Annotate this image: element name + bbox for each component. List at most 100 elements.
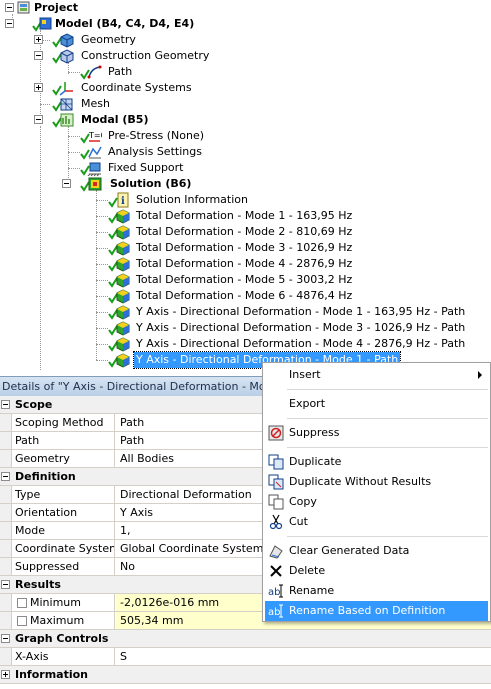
scissors-icon	[268, 514, 284, 530]
construction-geometry-icon	[52, 48, 74, 64]
menu-separator	[287, 536, 488, 537]
collapse-toggle[interactable]	[5, 19, 14, 28]
menu-item-suppress[interactable]: Suppress	[265, 423, 488, 443]
tree-label: Construction Geometry	[81, 49, 210, 62]
tree-node-result[interactable]: Y Axis - Directional Deformation - Mode …	[0, 336, 491, 352]
row-gutter	[0, 486, 12, 503]
tree-label: Total Deformation - Mode 5 - 3003,2 Hz	[136, 273, 353, 286]
menu-item-delete[interactable]: Delete	[265, 561, 488, 581]
tree-node-result[interactable]: Y Axis - Directional Deformation - Mode …	[0, 320, 491, 336]
tree-label: Total Deformation - Mode 3 - 1026,9 Hz	[136, 241, 353, 254]
tree-node-result[interactable]: Total Deformation - Mode 6 - 4876,4 Hz	[0, 288, 491, 304]
section-label: Definition	[15, 470, 76, 483]
svg-text:ab: ab	[268, 587, 280, 598]
tree-node-coordinate-systems[interactable]: Coordinate Systems	[0, 80, 491, 96]
property-name: Type	[12, 486, 115, 503]
tree-node-result[interactable]: Total Deformation - Mode 3 - 1026,9 Hz	[0, 240, 491, 256]
menu-item-label: Rename Based on Definition	[289, 604, 446, 617]
tree-node-solution[interactable]: Solution (B6)	[0, 176, 491, 192]
menu-item-label: Rename	[289, 584, 335, 597]
tree-label: Solution Information	[136, 193, 248, 206]
menu-item-label: Copy	[289, 495, 317, 508]
expand-toggle[interactable]	[1, 670, 10, 679]
result-cube-icon	[108, 272, 130, 288]
tree-label: Y Axis - Directional Deformation - Mode …	[136, 305, 466, 318]
tree-node-project[interactable]: Project	[0, 0, 491, 16]
collapse-toggle[interactable]	[34, 51, 43, 60]
menu-item-insert[interactable]: Insert	[265, 365, 488, 385]
menu-item-cut[interactable]: Cut	[265, 512, 488, 532]
row-gutter	[0, 540, 12, 557]
tree-node-construction-geometry[interactable]: Construction Geometry	[0, 48, 491, 64]
property-name: Geometry	[12, 450, 115, 467]
collapse-toggle[interactable]	[1, 580, 10, 589]
menu-item-duplicate[interactable]: Duplicate	[265, 452, 488, 472]
expand-toggle[interactable]	[34, 83, 43, 92]
row-gutter	[0, 558, 12, 575]
menu-separator	[287, 389, 488, 390]
pre-stress-icon: T=0	[80, 128, 102, 144]
clear-data-icon	[268, 543, 284, 559]
collapse-toggle[interactable]	[1, 634, 10, 643]
submenu-arrow-icon	[478, 371, 482, 379]
menu-item-clear-generated-data[interactable]: Clear Generated Data	[265, 541, 488, 561]
tree-node-mesh[interactable]: Mesh	[0, 96, 491, 112]
tree-node-analysis-settings[interactable]: Analysis Settings	[0, 144, 491, 160]
suppress-icon	[268, 425, 284, 441]
menu-item-export[interactable]: Export	[265, 394, 488, 414]
property-name: X-Axis	[12, 648, 115, 665]
menu-item-copy[interactable]: Copy	[265, 492, 488, 512]
tree-label: Total Deformation - Mode 4 - 2876,9 Hz	[136, 257, 353, 270]
tree-label: Solution (B6)	[110, 177, 192, 190]
menu-item-label: Insert	[289, 368, 321, 381]
menu-item-label: Duplicate Without Results	[289, 475, 432, 488]
rename-icon: ab	[268, 583, 284, 599]
duplicate-without-results-icon	[268, 474, 284, 490]
menu-item-duplicate-without-results[interactable]: Duplicate Without Results	[265, 472, 488, 492]
result-cube-icon	[108, 352, 130, 368]
menu-item-label: Suppress	[289, 426, 340, 439]
tree-node-result[interactable]: Total Deformation - Mode 2 - 810,69 Hz	[0, 224, 491, 240]
collapse-toggle[interactable]	[1, 400, 10, 409]
tree-node-result[interactable]: Total Deformation - Mode 1 - 163,95 Hz	[0, 208, 491, 224]
tree-node-geometry[interactable]: Geometry	[0, 32, 491, 48]
tree-node-result[interactable]: Total Deformation - Mode 5 - 3003,2 Hz	[0, 272, 491, 288]
property-name: Path	[12, 432, 115, 449]
property-value[interactable]: S	[116, 648, 491, 665]
svg-text:T=0: T=0	[88, 131, 102, 140]
tree-node-pre-stress[interactable]: T=0 Pre-Stress (None)	[0, 128, 491, 144]
tree-node-result[interactable]: Y Axis - Directional Deformation - Mode …	[0, 304, 491, 320]
svg-text:ab: ab	[268, 607, 280, 618]
tree-label: Y Axis - Directional Deformation - Mode …	[136, 337, 466, 350]
tree-label: Fixed Support	[108, 161, 184, 174]
menu-item-rename[interactable]: ab Rename	[265, 581, 488, 601]
tree-node-fixed-support[interactable]: Fixed Support	[0, 160, 491, 176]
tree-node-result[interactable]: Total Deformation - Mode 4 - 2876,9 Hz	[0, 256, 491, 272]
result-cube-icon	[108, 256, 130, 272]
tree-node-modal[interactable]: Modal (B5)	[0, 112, 491, 128]
mesh-icon	[52, 96, 74, 112]
tree-label: Coordinate Systems	[81, 81, 192, 94]
solution-information-icon: i	[108, 192, 130, 208]
geometry-icon	[52, 32, 74, 48]
collapse-toggle[interactable]	[34, 115, 43, 124]
delete-x-icon	[268, 563, 284, 579]
menu-item-label: Export	[289, 397, 326, 410]
property-row[interactable]: X-Axis S	[0, 648, 491, 666]
tree-label: Model (B4, C4, D4, E4)	[55, 17, 195, 30]
section-graph-controls[interactable]: Graph Controls	[0, 630, 491, 648]
tree-node-path[interactable]: Path	[0, 64, 491, 80]
tree-node-solution-information[interactable]: i Solution Information	[0, 192, 491, 208]
tree-label: Y Axis - Directional Deformation - Mode …	[136, 321, 466, 334]
tree-node-model[interactable]: Model (B4, C4, D4, E4)	[0, 16, 491, 32]
section-information[interactable]: Information	[0, 666, 491, 684]
row-gutter	[0, 612, 12, 629]
result-cube-icon	[108, 288, 130, 304]
outline-tree: Project Model (B4, C4, D4, E4) Geometry …	[0, 0, 491, 376]
collapse-toggle[interactable]	[5, 3, 14, 12]
menu-item-label: Clear Generated Data	[289, 544, 410, 557]
expand-toggle[interactable]	[34, 35, 43, 44]
menu-item-rename-based-on-definition[interactable]: ab Rename Based on Definition	[265, 601, 488, 621]
collapse-toggle[interactable]	[1, 472, 10, 481]
collapse-toggle[interactable]	[62, 179, 71, 188]
